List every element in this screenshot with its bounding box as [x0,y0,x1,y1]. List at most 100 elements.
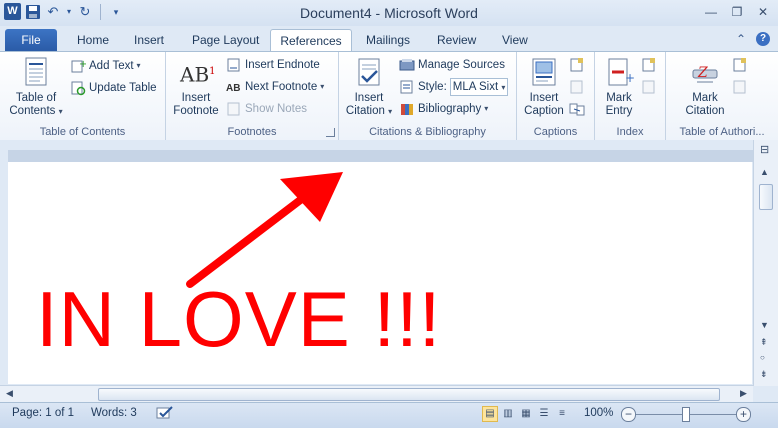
insert-endnote-button[interactable]: Insert Endnote [226,55,320,75]
update-table-button[interactable]: Update Table [70,78,157,98]
style-select[interactable]: Style: MLA Sixt ▾ [399,77,508,97]
vertical-scrollbar[interactable]: ⊟ ▲ ▼ ⇞ ○ ⇟ [753,140,778,386]
scroll-right-icon[interactable]: ▶ [740,388,747,399]
tab-file[interactable]: File [5,29,57,52]
zoom-in-icon[interactable]: + [736,407,751,422]
insert-index-button[interactable] [641,55,657,75]
mark-entry-button[interactable]: + Mark Entry [597,56,641,118]
chevron-down-icon: ▾ [484,104,489,113]
cross-reference-button[interactable] [569,99,585,119]
update-table-label: Update Table [89,82,157,94]
insert-caption-button[interactable]: Insert Caption [519,56,569,118]
zoom-slider-thumb[interactable] [682,407,690,422]
tab-mailings[interactable]: Mailings [366,29,410,52]
mark-entry-label-2: Entry [605,105,633,117]
insert-toa-icon [732,57,748,73]
scroll-down-icon[interactable]: ▼ [760,320,769,330]
update-table-of-figures-button[interactable] [569,77,585,97]
horizontal-scrollbar[interactable]: ◀ ▶ [0,385,753,403]
table-of-contents-button[interactable]: Table of Contents ▾ [8,56,64,118]
full-screen-reading-icon[interactable]: ▥ [500,406,516,422]
document-page[interactable]: IN LOVE !!! [8,162,752,384]
page-count[interactable]: Page: 1 of 1 [12,407,74,419]
status-bar: Page: 1 of 1 Words: 3 ▤ ▥ ▦ ☰ ≡ 100% − + [0,402,778,428]
show-notes-icon [226,101,242,117]
insert-footnote-button[interactable]: AB1 Insert Footnote [170,56,222,118]
update-table-of-authorities-button[interactable] [732,77,748,97]
tab-home[interactable]: Home [77,29,109,52]
zoom-out-icon[interactable]: − [621,407,636,422]
ribbon-tab-icons: ⌃ ? [736,32,770,46]
next-footnote-button[interactable]: AB Next Footnote ▾ [226,77,324,97]
previous-page-icon[interactable]: ⇞ [760,337,768,348]
minimize-icon[interactable]: — [702,4,720,20]
word-count[interactable]: Words: 3 [91,407,137,419]
add-text-label: Add Text [89,60,134,72]
insert-endnote-icon [226,57,242,73]
dialog-launcher-icon[interactable] [326,128,335,137]
insert-table-of-figures-button[interactable] [569,55,585,75]
next-page-icon[interactable]: ⇟ [760,369,768,380]
group-label: Table of Contents [39,126,126,138]
show-notes-button[interactable]: Show Notes [226,99,307,119]
group-label: Citations & Bibliography [369,126,486,138]
group-label: Captions [533,126,578,138]
bibliography-button[interactable]: Bibliography ▾ [399,99,488,119]
mark-citation-icon: Z [689,56,721,88]
style-value-text: MLA Sixt [452,81,499,93]
scroll-left-icon[interactable]: ◀ [6,388,13,399]
next-footnote-icon: AB [226,83,241,94]
group-table-of-authorities: Z Mark Citation Table of Authori... [666,52,778,140]
tab-insert[interactable]: Insert [134,29,164,52]
outline-icon[interactable]: ☰ [536,406,552,422]
restore-icon[interactable]: ❐ [728,4,746,20]
zoom-level[interactable]: 100% [584,407,613,419]
tab-page-layout[interactable]: Page Layout [192,29,259,52]
mark-entry-label-1: Mark [606,92,632,104]
svg-text:Z: Z [697,65,708,81]
draft-icon[interactable]: ≡ [554,406,570,422]
update-index-button[interactable] [641,77,657,97]
insert-index-icon [641,57,657,73]
print-layout-icon[interactable]: ▤ [482,406,498,422]
horizontal-scroll-thumb[interactable] [98,388,720,401]
web-layout-icon[interactable]: ▦ [518,406,534,422]
add-text-icon: + [70,58,87,74]
tab-review[interactable]: Review [437,29,476,52]
group-label: Footnotes [227,126,277,138]
browse-object-icon[interactable]: ○ [760,353,765,362]
minimize-ribbon-icon[interactable]: ⌃ [736,32,746,46]
group-footnotes: AB1 Insert Footnote Insert Endnote AB Ne… [166,52,339,140]
chevron-down-icon: ▾ [320,82,325,91]
insert-table-of-authorities-button[interactable] [732,55,748,75]
update-index-icon [641,79,657,95]
ruler [8,150,754,162]
add-text-button[interactable]: + Add Text ▾ [70,56,141,76]
group-label: Index [616,126,644,138]
mark-citation-button[interactable]: Z Mark Citation [680,56,730,118]
style-value[interactable]: MLA Sixt ▾ [449,78,508,96]
scroll-up-icon[interactable]: ▲ [760,167,769,177]
title-bar: W ↶ ▾ ↻ ▾ Document4 - Microsoft Word — ❐… [0,0,778,26]
window-controls: — ❐ ✕ [702,4,772,20]
proofing-icon[interactable] [156,405,174,424]
help-icon[interactable]: ? [756,32,770,46]
close-icon[interactable]: ✕ [754,4,772,20]
insert-citation-button[interactable]: Insert Citation ▾ [343,56,395,118]
bibliography-icon [399,101,415,117]
view-buttons: ▤ ▥ ▦ ☰ ≡ [482,406,570,422]
view-ruler-icon[interactable]: ⊟ [760,143,769,156]
insert-footnote-label-1: Insert [181,92,211,104]
chevron-down-icon: ▾ [388,107,393,116]
window-title: Document4 - Microsoft Word [300,5,478,21]
style-icon [399,79,415,95]
tab-view[interactable]: View [502,29,528,52]
table-of-contents-icon [20,56,52,88]
update-toa-icon [732,79,748,95]
ribbon: Table of Contents ▾ + Add Text ▾ Update T… [0,51,778,141]
vertical-scroll-thumb[interactable] [759,184,773,210]
manage-sources-button[interactable]: Manage Sources [399,55,505,75]
mark-citation-label-1: Mark [692,92,718,104]
insert-footnote-label-2: Footnote [173,105,219,117]
insert-citation-label-2: Citation [345,105,385,117]
